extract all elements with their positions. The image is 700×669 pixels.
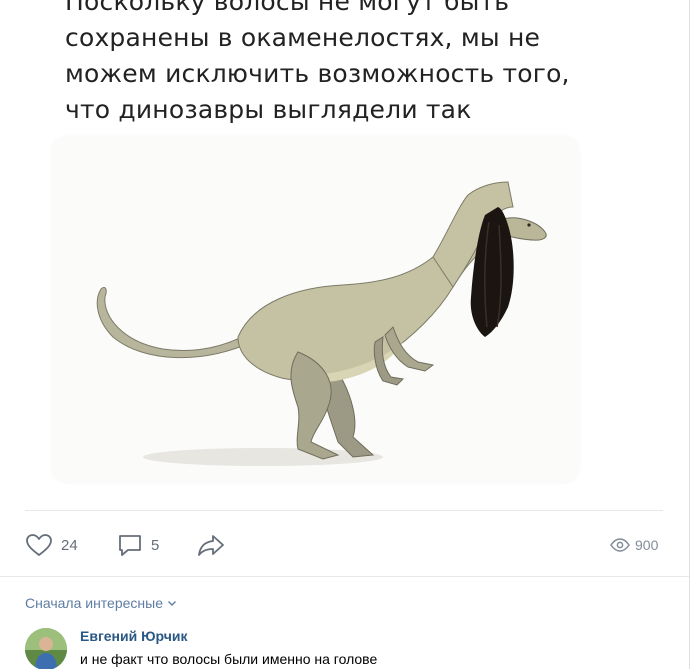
view-count: 900 <box>635 537 659 553</box>
avatar[interactable] <box>25 628 67 669</box>
view-counter: 900 <box>610 533 658 557</box>
comment-icon <box>119 535 141 556</box>
post-image[interactable]: Поскольку волосы не могут быть сохранены… <box>53 0 603 487</box>
meme-caption: Поскольку волосы не могут быть сохранены… <box>65 0 570 124</box>
comment-count: 5 <box>151 536 160 554</box>
page-border <box>689 0 690 669</box>
like-button[interactable]: 24 <box>25 531 78 559</box>
like-count: 24 <box>61 536 78 554</box>
eye-icon <box>610 538 630 552</box>
share-button[interactable] <box>197 531 225 559</box>
dinosaur-illustration <box>96 181 547 466</box>
comment-text: и не факт что волосы были именно на голо… <box>80 651 378 667</box>
comment-button[interactable]: 5 <box>117 531 159 559</box>
heart-icon <box>26 534 52 556</box>
chevron-down-icon <box>168 601 176 606</box>
comment-author[interactable]: Евгений Юрчик <box>80 628 188 644</box>
post-divider <box>25 510 663 511</box>
post-page: Поскольку волосы не могут быть сохранены… <box>0 0 700 669</box>
avatar-image <box>25 628 67 669</box>
comments-divider <box>0 576 689 577</box>
share-icon <box>198 535 224 556</box>
sort-label: Сначала интересные <box>25 595 163 611</box>
comments-sort-dropdown[interactable]: Сначала интересные <box>25 595 177 611</box>
